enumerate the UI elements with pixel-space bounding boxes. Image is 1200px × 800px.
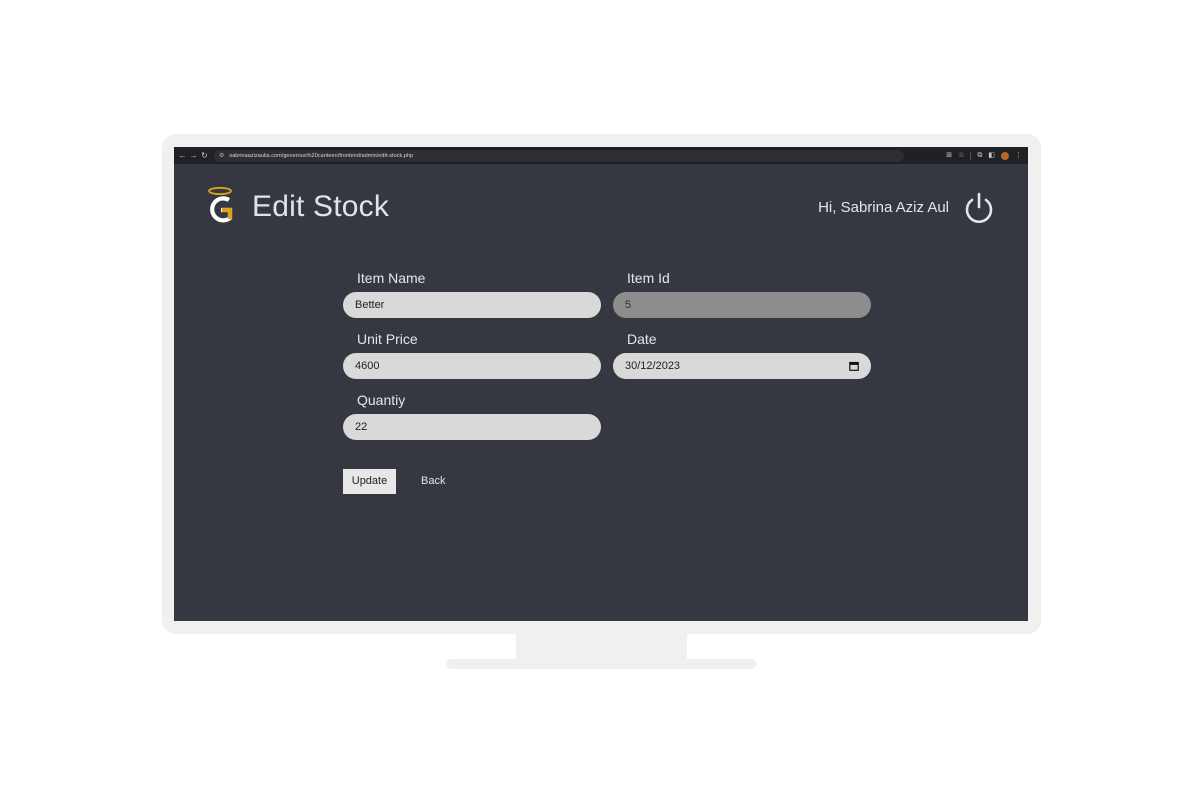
date-label: Date: [627, 331, 657, 347]
menu-dots-icon[interactable]: ⋮: [1015, 147, 1022, 164]
item-name-label: Item Name: [357, 270, 426, 286]
site-settings-icon[interactable]: ⚙: [219, 152, 224, 159]
forward-arrow-icon[interactable]: →: [188, 147, 199, 164]
toolbar-divider: [970, 151, 972, 160]
monitor-stand: [446, 659, 757, 669]
bookmark-star-icon[interactable]: ☆: [958, 147, 964, 164]
generous-canteen-logo-icon: [208, 186, 233, 223]
back-link[interactable]: Back: [421, 469, 445, 494]
profile-avatar-icon[interactable]: [1001, 151, 1009, 160]
browser-toolbar: ← → ↻ ⚙ sabrinaazizaulia.com/generous%20…: [174, 147, 1028, 164]
unit-price-label: Unit Price: [357, 331, 418, 347]
side-panel-icon[interactable]: ◧: [988, 147, 995, 164]
translate-icon[interactable]: ⊞: [946, 147, 952, 164]
item-id-label: Item Id: [627, 270, 670, 286]
quantity-input[interactable]: 22: [343, 414, 601, 440]
page-title: Edit Stock: [252, 190, 390, 223]
quantity-label: Quantiy: [357, 392, 406, 408]
address-bar[interactable]: ⚙ sabrinaazizaulia.com/generous%20cantee…: [214, 149, 904, 162]
url-text: sabrinaazizaulia.com/generous%20canteen/…: [229, 152, 414, 159]
calendar-icon[interactable]: [849, 361, 859, 371]
back-arrow-icon[interactable]: ←: [177, 147, 188, 164]
app-screen: ← → ↻ ⚙ sabrinaazizaulia.com/generous%20…: [174, 147, 1028, 621]
reload-icon[interactable]: ↻: [199, 147, 210, 164]
power-icon[interactable]: [962, 191, 996, 225]
monitor-neck: [516, 633, 687, 660]
item-name-input[interactable]: Better: [343, 292, 601, 318]
user-greeting: Hi, Sabrina Aziz Aul: [818, 199, 949, 216]
date-value: 30/12/2023: [625, 360, 681, 372]
extensions-icon[interactable]: ⧉: [977, 147, 982, 164]
date-input[interactable]: 30/12/2023: [613, 353, 871, 379]
update-button[interactable]: Update: [343, 469, 396, 494]
unit-price-input[interactable]: 4600: [343, 353, 601, 379]
item-id-input: 5: [613, 292, 871, 318]
